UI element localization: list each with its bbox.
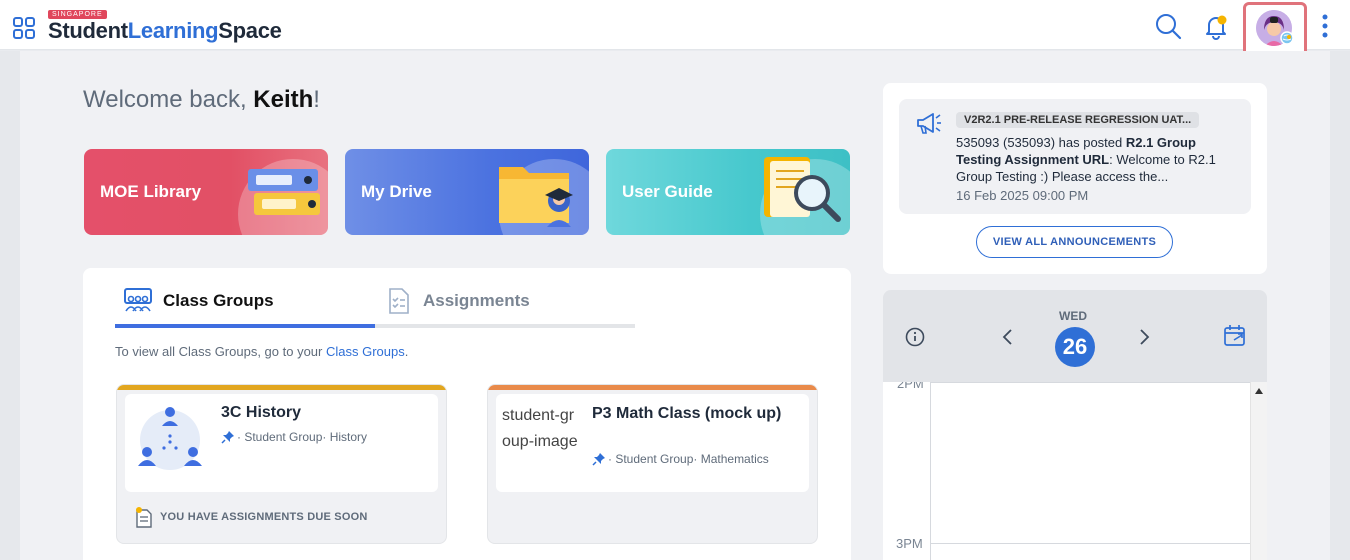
left-edge: [0, 51, 20, 560]
announcement-date: 16 Feb 2025 09:00 PM: [956, 188, 1089, 203]
bell-icon[interactable]: [1200, 10, 1232, 42]
brand-word-2: Learning: [127, 18, 219, 43]
group-title: 3C History: [221, 404, 302, 421]
tile-label: My Drive: [361, 182, 432, 201]
calendar-export-icon[interactable]: [1222, 323, 1248, 349]
moe-library-tile[interactable]: MOE Library: [84, 149, 328, 235]
user-guide-tile[interactable]: User Guide: [606, 149, 850, 235]
announcement-badge: V2R2.1 PRE-RELEASE REGRESSION UAT...: [956, 112, 1200, 128]
student-group-illustration-icon: [138, 407, 202, 470]
notebook-search-icon: [764, 157, 841, 222]
group-card-body[interactable]: student-group-image P3 Math Class (mock …: [496, 394, 809, 492]
calendar-time-gutter: [883, 382, 931, 560]
group-title: P3 Math Class (mock up): [592, 405, 782, 422]
group-subtitle: · Student Group· History: [237, 430, 368, 444]
tab-assignments[interactable]: Assignments: [375, 284, 635, 328]
hint-end: .: [404, 344, 409, 359]
tile-label: User Guide: [622, 182, 713, 201]
welcome-heading: Welcome back, Keith!: [83, 86, 320, 114]
welcome-prefix: Welcome back,: [83, 86, 254, 113]
class-groups-hint: To view all Class Groups, go to your Cla…: [115, 344, 408, 359]
time-label: 3PM: [896, 536, 923, 551]
avatar-button[interactable]: [1243, 2, 1307, 57]
more-vertical-icon[interactable]: [1310, 10, 1340, 42]
announcement-text: 535093 (535093) has posted R2.1 Group Te…: [956, 134, 1226, 185]
tile-label: MOE Library: [100, 182, 202, 201]
group-image-alt: student-group-image: [502, 407, 578, 450]
view-all-announcements-button[interactable]: VIEW ALL ANNOUNCEMENTS: [976, 226, 1173, 258]
calendar-weekday: WED: [1059, 309, 1087, 323]
search-icon[interactable]: [1152, 10, 1184, 42]
assignments-due-notice: YOU HAVE ASSIGNMENTS DUE SOON: [160, 511, 368, 523]
pin-icon[interactable]: [592, 452, 606, 466]
group-color-bar: [488, 385, 817, 390]
welcome-suffix: !: [313, 86, 320, 113]
hour-line: [931, 543, 1250, 544]
assignments-icon: [389, 288, 409, 314]
chevron-right-icon[interactable]: [1134, 326, 1154, 348]
group-image-placeholder: student-group-image: [502, 403, 582, 455]
announcement-poster: 535093 (535093) has posted: [956, 135, 1126, 150]
group-card-body[interactable]: 3C History · Student Group· History: [125, 394, 438, 492]
calendar-day-grid[interactable]: [883, 382, 1267, 560]
globe-badge-icon: [1280, 31, 1294, 45]
my-drive-tile[interactable]: My Drive: [345, 149, 589, 235]
class-groups-icon: [124, 288, 152, 312]
group-subtitle: · Student Group· Mathematics: [608, 452, 769, 466]
top-bar: SINGAPORE StudentLearningSpace: [0, 0, 1350, 57]
folder-user-icon: [499, 167, 573, 227]
info-icon[interactable]: [904, 326, 926, 348]
group-color-bar: [117, 385, 446, 390]
welcome-user-name: Keith: [253, 86, 314, 113]
group-card-3c-history[interactable]: 3C History · Student Group· History YOU …: [116, 384, 447, 544]
announcement-card[interactable]: V2R2.1 PRE-RELEASE REGRESSION UAT... 535…: [899, 99, 1251, 214]
brand-word-3: Space: [218, 18, 282, 43]
scroll-up-arrow-icon[interactable]: [1255, 388, 1263, 394]
tab-label: Class Groups: [163, 291, 274, 310]
pin-icon[interactable]: [221, 430, 235, 444]
chevron-left-icon[interactable]: [998, 326, 1018, 348]
assignment-due-icon: [136, 507, 152, 528]
folders-icon: [248, 169, 320, 215]
hour-line: [931, 382, 1250, 383]
class-groups-link[interactable]: Class Groups: [326, 344, 405, 359]
brand-name: StudentLearningSpace: [48, 18, 282, 44]
tab-class-groups[interactable]: Class Groups: [115, 284, 375, 328]
calendar-date[interactable]: 26: [1055, 327, 1095, 367]
tab-label: Assignments: [423, 291, 530, 310]
group-card-p3-math[interactable]: student-group-image P3 Math Class (mock …: [487, 384, 818, 544]
brand-word-1: Student: [48, 18, 128, 43]
hint-text: To view all Class Groups, go to your: [115, 344, 326, 359]
right-edge: [1330, 51, 1350, 560]
apps-grid-icon[interactable]: [13, 17, 35, 39]
megaphone-icon: [917, 113, 941, 134]
calendar-scrollbar[interactable]: [1250, 382, 1267, 560]
